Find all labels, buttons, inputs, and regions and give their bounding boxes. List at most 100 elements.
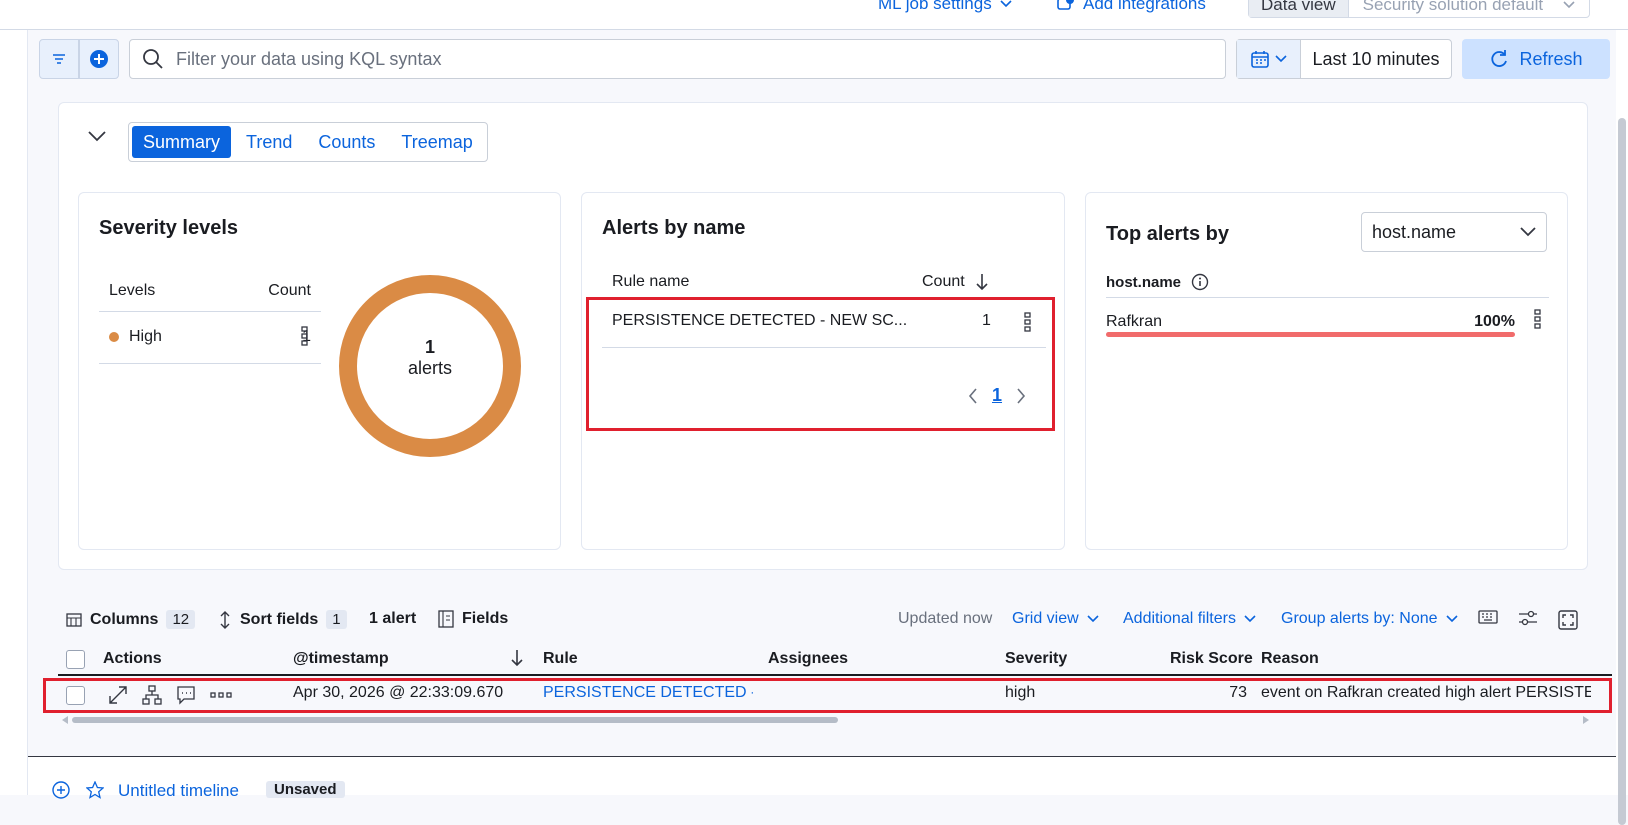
chevron-down-icon: [1563, 1, 1575, 9]
time-range-label[interactable]: Last 10 minutes: [1301, 40, 1451, 78]
host-progress-fill: [1106, 332, 1515, 337]
add-integrations-label: Add integrations: [1083, 0, 1206, 13]
host-percent-label: 100%: [1474, 313, 1515, 330]
timeline-status-badge: Unsaved: [266, 781, 345, 798]
levels-column-header: Levels: [99, 271, 219, 312]
plus-circle-icon: [52, 781, 70, 799]
additional-filters-label: Additional filters: [1123, 610, 1236, 627]
scroll-left-icon[interactable]: [62, 716, 68, 724]
grid-view-label: Grid view: [1012, 610, 1079, 627]
add-integrations-icon: [1057, 0, 1074, 10]
chevron-down-icon: [1520, 227, 1536, 237]
collapse-toggle-button[interactable]: [88, 130, 106, 142]
top-alerts-card: Top alerts by host.name host.name Rafkra…: [1085, 192, 1568, 550]
data-view-value-text: Security solution default: [1362, 0, 1544, 14]
severity-table: Levels Count High 1: [99, 271, 321, 364]
add-filter-button[interactable]: [79, 39, 119, 79]
host-progress-bar: [1106, 332, 1515, 337]
group-field-value: host.name: [1372, 221, 1457, 242]
grid-view-button[interactable]: Grid view: [1012, 610, 1099, 628]
timestamp-column-header[interactable]: @timestamp: [293, 650, 389, 668]
select-all-checkbox[interactable]: [66, 650, 85, 669]
severity-levels-title: Severity levels: [99, 217, 238, 239]
ml-job-settings-label: ML job settings: [878, 0, 992, 13]
field-label: host.name: [1106, 273, 1209, 291]
grid-scrollbar-thumb[interactable]: [72, 717, 838, 723]
keyboard-icon: [1478, 610, 1498, 624]
highlight-box: [586, 297, 1055, 431]
top-header-bar: ML job settings Add integrations Data vi…: [0, 0, 1628, 30]
severity-column-header[interactable]: Severity: [1005, 650, 1067, 668]
info-icon[interactable]: [1191, 273, 1209, 291]
host-row-actions-button[interactable]: [1534, 309, 1542, 329]
plus-circle-icon: [90, 50, 108, 68]
tab-trend[interactable]: Trend: [235, 126, 303, 158]
date-picker[interactable]: Last 10 minutes: [1236, 39, 1452, 79]
ml-job-settings-button[interactable]: ML job settings: [878, 0, 1012, 14]
severity-levels-card: Severity levels Levels Count High 1 1 al…: [78, 192, 561, 550]
search-input[interactable]: [176, 48, 1176, 70]
fullscreen-icon: [1558, 610, 1578, 630]
chevron-down-icon: [1000, 0, 1012, 8]
columns-label: Columns: [90, 610, 159, 628]
data-view-value[interactable]: Security solution default: [1349, 0, 1590, 17]
chevron-down-icon: [1087, 615, 1099, 623]
page-scrollbar[interactable]: [1616, 30, 1628, 825]
chevron-down-icon: [1244, 615, 1256, 623]
display-settings-button[interactable]: [1518, 610, 1538, 626]
page-scrollbar-thumb[interactable]: [1618, 118, 1626, 825]
grid-header-row: Actions @timestamp Rule Assignees Severi…: [58, 644, 1612, 676]
assignees-column-header[interactable]: Assignees: [768, 650, 848, 668]
chevron-down-icon: [88, 131, 106, 142]
chevron-down-icon: [1274, 55, 1287, 63]
reason-column-header[interactable]: Reason: [1261, 650, 1319, 668]
sort-descending-icon: [976, 274, 988, 291]
group-field-select[interactable]: host.name: [1361, 212, 1547, 252]
new-timeline-button[interactable]: [52, 781, 70, 799]
tab-treemap[interactable]: Treemap: [390, 126, 483, 158]
rule-name-column-header: Rule name: [612, 273, 690, 290]
alerts-by-name-title: Alerts by name: [602, 217, 746, 239]
timeline-title-link[interactable]: Untitled timeline: [118, 781, 239, 801]
risk-score-column-header[interactable]: Risk Score: [1170, 650, 1253, 668]
fields-button[interactable]: Fields: [438, 610, 508, 628]
data-view-picker[interactable]: Data view Security solution default: [1248, 0, 1591, 18]
filter-menu-button[interactable]: [39, 39, 79, 79]
donut-unit: alerts: [407, 358, 452, 378]
scroll-right-icon[interactable]: [1583, 716, 1589, 724]
host-name-label: Rafkran: [1106, 313, 1163, 330]
sort-descending-icon: [511, 650, 523, 667]
left-nav-strip: [0, 30, 28, 795]
highlight-box: [43, 678, 1612, 713]
additional-filters-button[interactable]: Additional filters: [1123, 610, 1256, 628]
search-icon: [143, 49, 163, 69]
sort-fields-button[interactable]: Sort fields 1: [218, 610, 347, 629]
severity-level-cell[interactable]: High: [99, 311, 219, 364]
favorite-timeline-button[interactable]: [86, 781, 104, 799]
columns-button[interactable]: Columns 12: [66, 610, 196, 629]
refresh-icon: [1491, 50, 1508, 67]
star-icon: [86, 781, 104, 799]
severity-row-actions-button[interactable]: [301, 326, 309, 346]
tab-counts[interactable]: Counts: [307, 126, 386, 158]
group-alerts-by-button[interactable]: Group alerts by: None: [1281, 610, 1458, 628]
vertical-dots-icon: [1534, 309, 1541, 329]
quick-select-button[interactable]: [1237, 40, 1301, 78]
sort-fields-label: Sort fields: [240, 610, 319, 628]
refresh-button[interactable]: Refresh: [1462, 39, 1610, 79]
count-column-header[interactable]: Count: [922, 273, 989, 291]
chevron-down-icon: [1445, 615, 1458, 623]
vertical-dots-icon: [301, 326, 308, 346]
timeline-bottom-bar: Untitled timeline Unsaved: [28, 756, 1616, 800]
donut-center-label: 1 alerts: [337, 337, 523, 379]
fullscreen-button[interactable]: [1558, 610, 1578, 630]
donut-count: 1: [424, 337, 435, 357]
timestamp-sort-icon[interactable]: [510, 649, 524, 667]
add-integrations-button[interactable]: Add integrations: [1057, 0, 1206, 14]
keyboard-shortcuts-button[interactable]: [1478, 610, 1498, 624]
rule-column-header[interactable]: Rule: [543, 650, 578, 668]
field-label-text: host.name: [1106, 273, 1182, 291]
tab-summary[interactable]: Summary: [132, 126, 232, 158]
grid-horizontal-scrollbar[interactable]: [62, 715, 1590, 725]
kql-search-bar[interactable]: [129, 39, 1226, 79]
